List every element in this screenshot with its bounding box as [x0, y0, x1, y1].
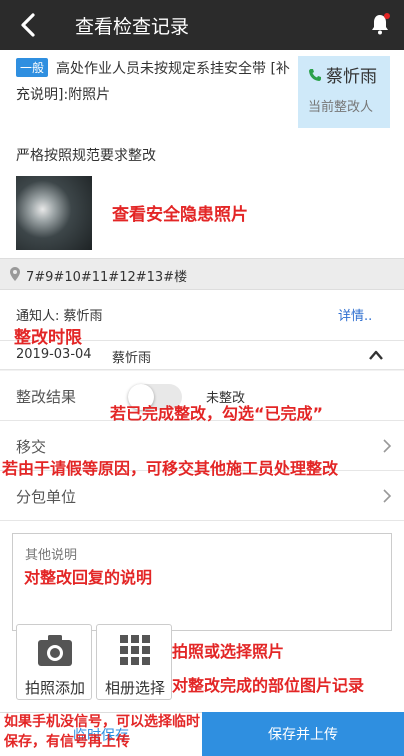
- detail-link[interactable]: 详情..: [338, 305, 372, 324]
- phone-icon[interactable]: [308, 68, 322, 82]
- annotation-offline-hint: 如果手机没信号，可以选择临时保存，有信号再上传: [4, 714, 200, 750]
- rectifier-role: 当前整改人: [308, 100, 374, 115]
- back-chevron-icon[interactable]: [14, 10, 44, 40]
- save-upload-label: 保存并上传: [268, 727, 338, 743]
- location-text: 7#9#10#11#12#13#楼: [26, 270, 188, 285]
- annotation-note-hint: 对整改回复的说明: [24, 568, 153, 587]
- other-note-placeholder: 其他说明: [25, 548, 78, 563]
- current-rectifier-card[interactable]: 蔡忻雨 当前整改人: [298, 56, 390, 128]
- camera-icon: [38, 635, 72, 666]
- grid-album-icon: [120, 635, 150, 665]
- rectification-requirement: 严格按照规范要求整改: [16, 148, 156, 164]
- hazard-level-badge: 一般: [16, 58, 49, 77]
- bell-icon[interactable]: [368, 12, 392, 36]
- transfer-label: 移交: [16, 438, 47, 456]
- location-bar: 7#9#10#11#12#13#楼: [0, 258, 404, 290]
- annotation-complete-hint: 若已完成整改，勾选“已完成”: [110, 404, 324, 423]
- chevron-right-icon: [383, 439, 392, 453]
- annotation-deadline-hint: 整改时限: [14, 328, 82, 348]
- annotation-media-record-hint: 对整改完成的部位图片记录: [172, 676, 365, 695]
- hazard-photo-thumbnail[interactable]: [16, 176, 92, 250]
- hazard-description-continued: 充说明]:附照片: [16, 87, 111, 103]
- annotation-media-hint: 拍照或选择照片: [172, 642, 285, 661]
- location-pin-icon: [10, 267, 20, 281]
- camera-add-button[interactable]: 拍照添加: [16, 624, 92, 700]
- rectifier-name: 蔡忻雨: [326, 67, 377, 87]
- save-upload-button[interactable]: 保存并上传: [202, 712, 404, 756]
- chevron-right-icon: [383, 489, 392, 503]
- app-header: 查看检查记录: [0, 0, 404, 50]
- camera-add-label: 拍照添加: [24, 679, 85, 697]
- page-title: 查看检查记录: [75, 16, 190, 38]
- notify-person: 通知人: 蔡忻雨: [16, 309, 103, 324]
- subcontractor-label: 分包单位: [16, 488, 77, 506]
- annotation-photo-hint: 查看安全隐患照片: [112, 205, 248, 225]
- result-label: 整改结果: [16, 388, 77, 406]
- album-select-label: 相册选择: [104, 679, 165, 697]
- album-select-button[interactable]: 相册选择: [96, 624, 172, 700]
- annotation-transfer-hint: 若由于请假等原因，可移交其他施工员处理整改: [2, 459, 339, 478]
- chevron-up-icon[interactable]: [368, 349, 384, 361]
- deadline-person: 蔡忻雨: [112, 351, 152, 366]
- deadline-date: 2019-03-04: [16, 347, 92, 362]
- hazard-description: 高处作业人员未按规定系挂安全带 [补: [56, 61, 290, 77]
